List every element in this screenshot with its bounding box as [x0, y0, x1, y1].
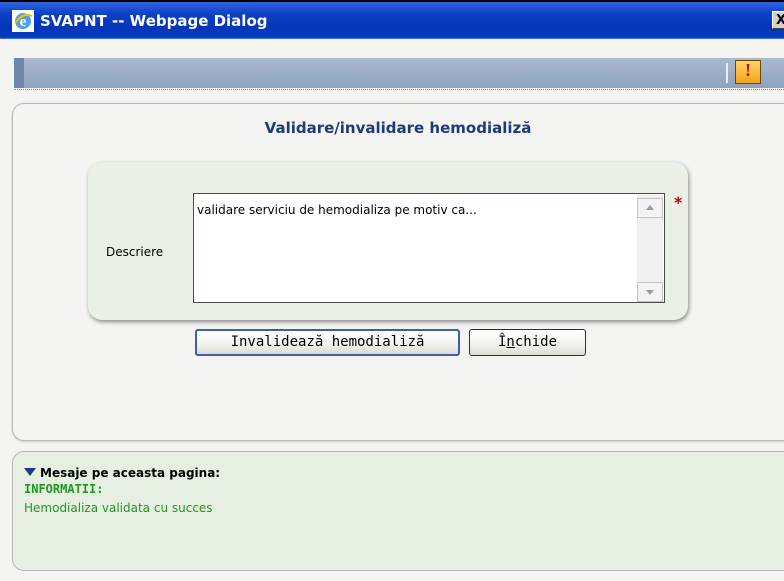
page-title: Validare/invalidare hemodializă — [264, 119, 532, 137]
toolbar-separator — [726, 63, 728, 83]
title-bar[interactable]: e SVAPNT -- Webpage Dialog X — [0, 2, 784, 39]
toolbar-dotted-divider — [14, 89, 784, 91]
info-message: Hemodializa validata cu succes — [24, 501, 213, 515]
messages-header[interactable]: Mesaje pe aceasta pagina: — [24, 466, 220, 480]
invalidate-hemodialysis-button[interactable]: Invalidează hemodializă — [195, 329, 460, 356]
window-title: SVAPNT -- Webpage Dialog — [40, 12, 268, 30]
scroll-down-arrow-icon[interactable] — [637, 282, 663, 302]
description-textarea-value[interactable]: validare serviciu de hemodializa pe moti… — [197, 203, 477, 217]
close-button[interactable]: Închide — [469, 329, 586, 356]
exclamation-icon: ! — [745, 60, 751, 80]
description-label: Descriere — [106, 245, 164, 259]
toolbar-left-cap — [14, 58, 24, 88]
close-button-hotkey: n — [506, 334, 515, 350]
required-marker: * — [674, 193, 683, 212]
dialog-window: e SVAPNT -- Webpage Dialog X ! Validare/… — [0, 0, 784, 581]
collapse-triangle-icon[interactable] — [24, 468, 36, 476]
close-button-label-end: chide — [514, 334, 558, 350]
alert-button[interactable]: ! — [735, 60, 761, 84]
messages-header-text: Mesaje pe aceasta pagina: — [40, 466, 221, 480]
internet-explorer-icon: e — [12, 10, 34, 32]
info-title: INFORMATII: — [24, 482, 104, 496]
close-window-button[interactable]: X — [772, 11, 784, 29]
toolbar — [14, 58, 784, 88]
scroll-up-arrow-icon[interactable] — [637, 198, 663, 218]
